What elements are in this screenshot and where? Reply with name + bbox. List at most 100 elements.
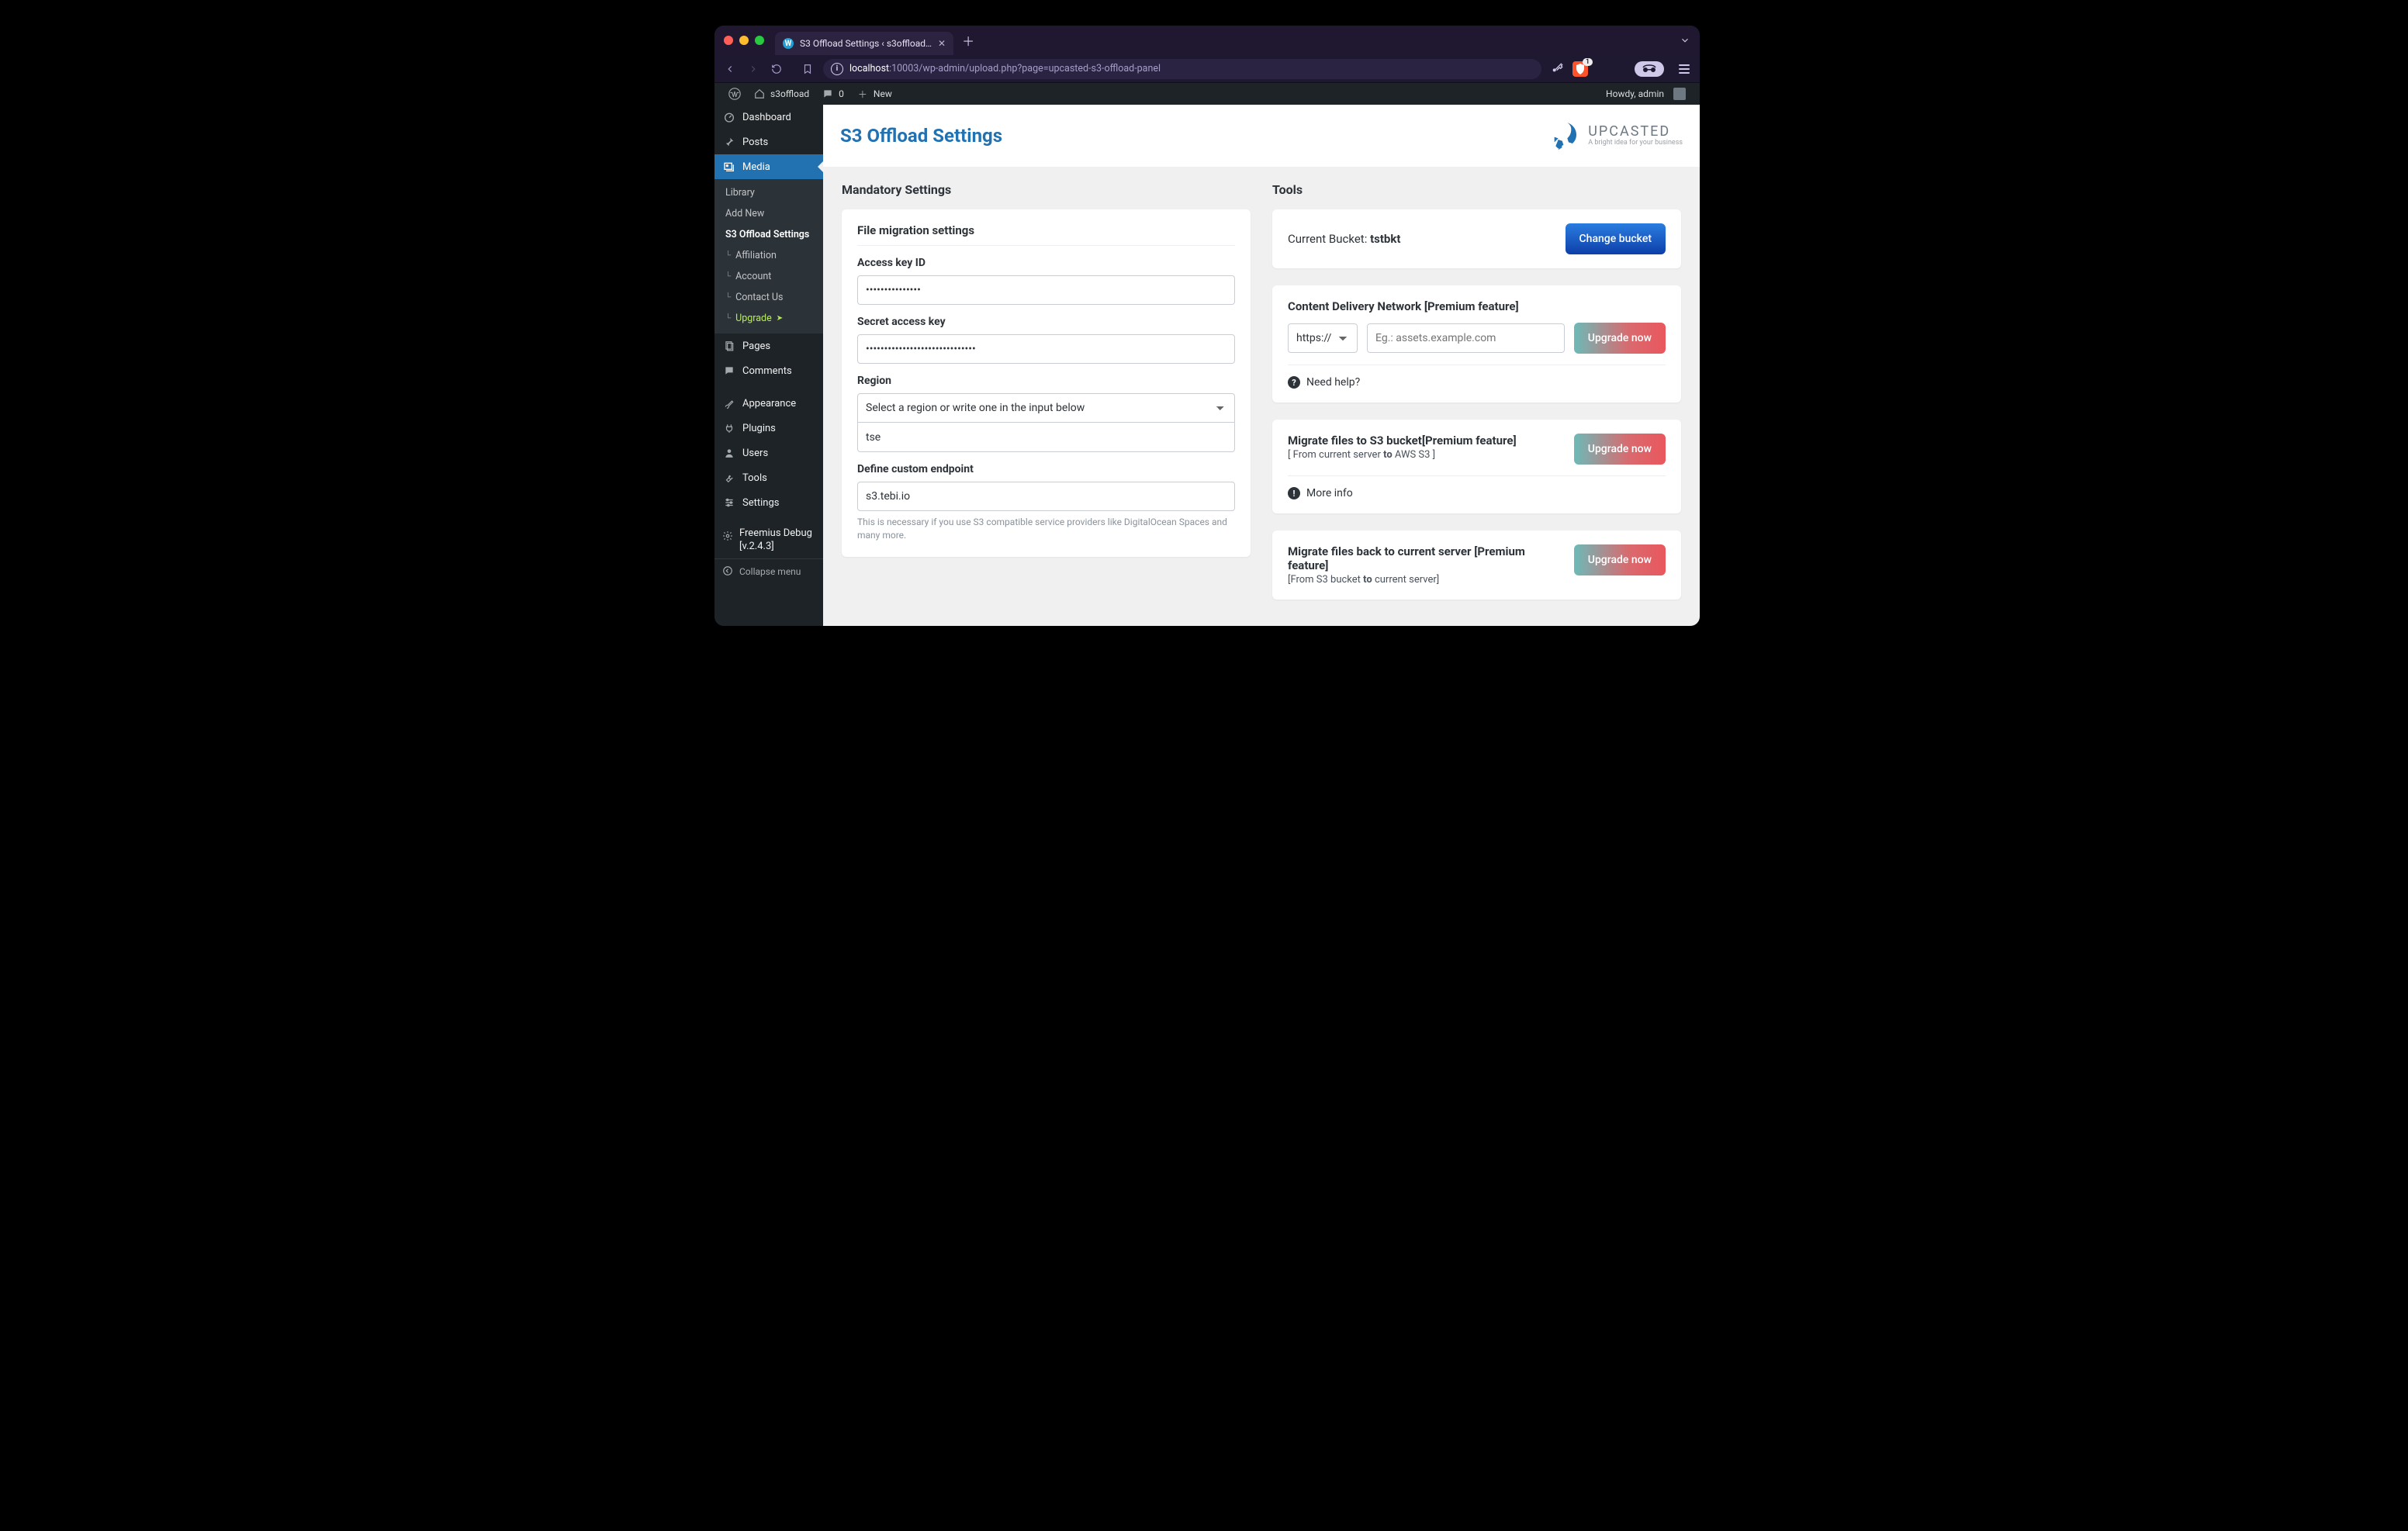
menu-appearance[interactable]: Appearance: [714, 391, 823, 416]
reload-button[interactable]: [769, 61, 784, 77]
passwords-icon[interactable]: [1549, 61, 1565, 77]
change-bucket-button[interactable]: Change bucket: [1566, 223, 1666, 254]
menu-pages[interactable]: Pages: [714, 334, 823, 358]
menu-label: Tools: [742, 472, 767, 484]
plug-icon: [722, 421, 736, 435]
url-path: /wp-admin/upload.php?page=upcasted-s3-of…: [919, 63, 1161, 74]
menu-media[interactable]: Media: [714, 154, 823, 179]
access-key-input[interactable]: [857, 275, 1235, 305]
submenu-library[interactable]: Library: [714, 182, 823, 203]
close-tab-icon[interactable]: ✕: [938, 38, 946, 49]
migrate-back-sub: [From S3 bucket to current server]: [1288, 574, 1563, 586]
content-area: S3 Offload Settings UPCASTED A bright id…: [823, 105, 1700, 626]
endpoint-input[interactable]: [857, 482, 1235, 511]
endpoint-label: Define custom endpoint: [857, 463, 1235, 475]
brand-sub: A bright idea for your business: [1588, 140, 1683, 147]
menu-dashboard[interactable]: Dashboard: [714, 105, 823, 130]
howdy-text: Howdy, admin: [1606, 88, 1664, 99]
dashboard-icon: [722, 110, 736, 124]
migrate-to-s3-more-info[interactable]: ! More info: [1288, 475, 1666, 499]
menu-label: Pages: [742, 340, 770, 352]
site-info-icon[interactable]: i: [831, 63, 843, 75]
menu-button[interactable]: [1676, 61, 1692, 77]
menu-comments[interactable]: Comments: [714, 358, 823, 383]
rocket-icon: [1549, 120, 1580, 151]
bucket-card: Current Bucket: tstbkt Change bucket: [1272, 209, 1681, 268]
comments-menu[interactable]: 0: [815, 88, 850, 100]
menu-label: Dashboard: [742, 112, 791, 123]
browser-tabbar: W S3 Offload Settings ‹ s3offload… ✕ ＋: [714, 26, 1700, 55]
menu-label: Posts: [742, 137, 768, 148]
comment-count: 0: [839, 88, 844, 99]
wp-logo-menu[interactable]: [722, 88, 747, 100]
migrate-back-card: Migrate files back to current server [Pr…: [1272, 530, 1681, 600]
brush-icon: [722, 396, 736, 410]
access-key-label: Access key ID: [857, 257, 1235, 269]
gear-icon: [722, 529, 733, 543]
migrate-back-upgrade-button[interactable]: Upgrade now: [1574, 544, 1666, 575]
region-select[interactable]: Select a region or write one in the inpu…: [857, 393, 1235, 423]
submenu-contact[interactable]: └Contact Us: [714, 287, 823, 308]
menu-label: Freemius Debug [v.2.4.3]: [739, 527, 815, 554]
cdn-help-row[interactable]: ? Need help?: [1288, 365, 1666, 389]
collapse-menu[interactable]: Collapse menu: [714, 558, 823, 585]
url-host: localhost: [849, 63, 889, 74]
media-icon: [722, 160, 736, 174]
maximize-window-button[interactable]: [755, 36, 764, 45]
migrate-to-s3-upgrade-button[interactable]: Upgrade now: [1574, 434, 1666, 465]
tree-icon: └: [725, 272, 731, 281]
url-port: :10003: [889, 63, 919, 74]
submenu-add-new[interactable]: Add New: [714, 203, 823, 224]
submenu-s3-settings[interactable]: S3 Offload Settings: [714, 224, 823, 245]
bookmark-icon[interactable]: [800, 61, 815, 77]
private-window-icon[interactable]: [1635, 61, 1664, 77]
migration-settings-card: File migration settings Access key ID Se…: [842, 209, 1251, 557]
collapse-label: Collapse menu: [739, 566, 801, 577]
brave-shields-icon[interactable]: [1572, 61, 1588, 77]
site-name-menu[interactable]: s3offload: [747, 88, 815, 100]
menu-settings[interactable]: Settings: [714, 490, 823, 515]
address-bar[interactable]: i localhost:10003/wp-admin/upload.php?pa…: [823, 59, 1541, 79]
menu-tools[interactable]: Tools: [714, 465, 823, 490]
secret-key-input[interactable]: [857, 334, 1235, 364]
wordpress-icon: W: [783, 38, 794, 49]
cdn-protocol-select[interactable]: https://: [1288, 323, 1358, 353]
cdn-domain-input[interactable]: [1367, 323, 1565, 353]
menu-label: Appearance: [742, 398, 796, 410]
question-icon: ?: [1288, 376, 1300, 389]
window-controls: [724, 36, 764, 45]
tab-title: S3 Offload Settings ‹ s3offload…: [800, 38, 932, 49]
menu-posts[interactable]: Posts: [714, 130, 823, 154]
submenu-upgrade[interactable]: └Upgrade➤: [714, 308, 823, 329]
menu-plugins[interactable]: Plugins: [714, 416, 823, 441]
cdn-upgrade-button[interactable]: Upgrade now: [1574, 323, 1666, 354]
migrate-to-s3-card: Migrate files to S3 bucket[Premium featu…: [1272, 420, 1681, 513]
minimize-window-button[interactable]: [739, 36, 749, 45]
endpoint-help: This is necessary if you use S3 compatib…: [857, 516, 1235, 543]
region-custom-input[interactable]: [857, 423, 1235, 452]
wordpress-icon: [728, 88, 741, 100]
submenu-affiliation[interactable]: └Affiliation: [714, 245, 823, 266]
forward-button[interactable]: [746, 61, 761, 77]
close-window-button[interactable]: [724, 36, 733, 45]
new-content-menu[interactable]: ＋ New: [850, 88, 898, 100]
tabs-overflow-icon[interactable]: [1680, 35, 1690, 46]
site-name: s3offload: [770, 88, 809, 99]
secret-key-label: Secret access key: [857, 316, 1235, 328]
tree-icon: └: [725, 314, 731, 323]
account-menu[interactable]: Howdy, admin: [1600, 88, 1692, 100]
tree-icon: └: [725, 293, 731, 302]
new-tab-button[interactable]: ＋: [958, 30, 978, 50]
menu-users[interactable]: Users: [714, 441, 823, 465]
back-button[interactable]: [722, 61, 738, 77]
menu-label: Settings: [742, 497, 779, 509]
comment-icon: [722, 364, 736, 378]
browser-tab[interactable]: W S3 Offload Settings ‹ s3offload… ✕: [775, 32, 953, 55]
new-label: New: [874, 88, 892, 99]
page-title: S3 Offload Settings: [840, 125, 1002, 147]
media-submenu: Library Add New S3 Offload Settings └Aff…: [714, 179, 823, 334]
card-title: File migration settings: [857, 223, 1235, 237]
submenu-account[interactable]: └Account: [714, 266, 823, 287]
menu-freemius[interactable]: Freemius Debug [v.2.4.3]: [714, 523, 823, 558]
collapse-icon: [722, 565, 733, 579]
